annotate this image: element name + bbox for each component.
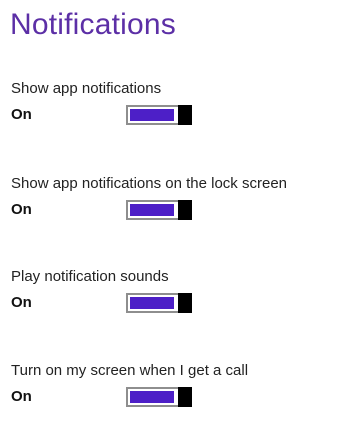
setting-label: Show app notifications — [11, 80, 162, 97]
toggle-thumb[interactable] — [178, 200, 192, 220]
play-notification-sounds-toggle[interactable] — [126, 293, 192, 313]
setting-show-app-notifications: Show app notifications On — [0, 80, 361, 140]
setting-state: On — [11, 294, 32, 311]
toggle-thumb[interactable] — [178, 387, 192, 407]
setting-state: On — [11, 388, 32, 405]
toggle-thumb[interactable] — [178, 105, 192, 125]
setting-turn-on-screen-on-call: Turn on my screen when I get a call On — [0, 362, 361, 422]
toggle-fill — [130, 391, 174, 403]
turn-on-screen-on-call-toggle[interactable] — [126, 387, 192, 407]
setting-label: Play notification sounds — [11, 268, 169, 285]
setting-state: On — [11, 106, 32, 123]
setting-label: Show app notifications on the lock scree… — [11, 175, 287, 192]
show-app-notifications-toggle[interactable] — [126, 105, 192, 125]
toggle-fill — [130, 297, 174, 309]
setting-label: Turn on my screen when I get a call — [11, 362, 249, 379]
toggle-thumb[interactable] — [178, 293, 192, 313]
setting-show-app-notifications-lock-screen: Show app notifications on the lock scree… — [0, 175, 361, 235]
toggle-fill — [130, 204, 174, 216]
toggle-fill — [130, 109, 174, 121]
show-app-notifications-lock-screen-toggle[interactable] — [126, 200, 192, 220]
page-title: Notifications — [10, 8, 177, 41]
setting-state: On — [11, 201, 32, 218]
setting-play-notification-sounds: Play notification sounds On — [0, 268, 361, 328]
